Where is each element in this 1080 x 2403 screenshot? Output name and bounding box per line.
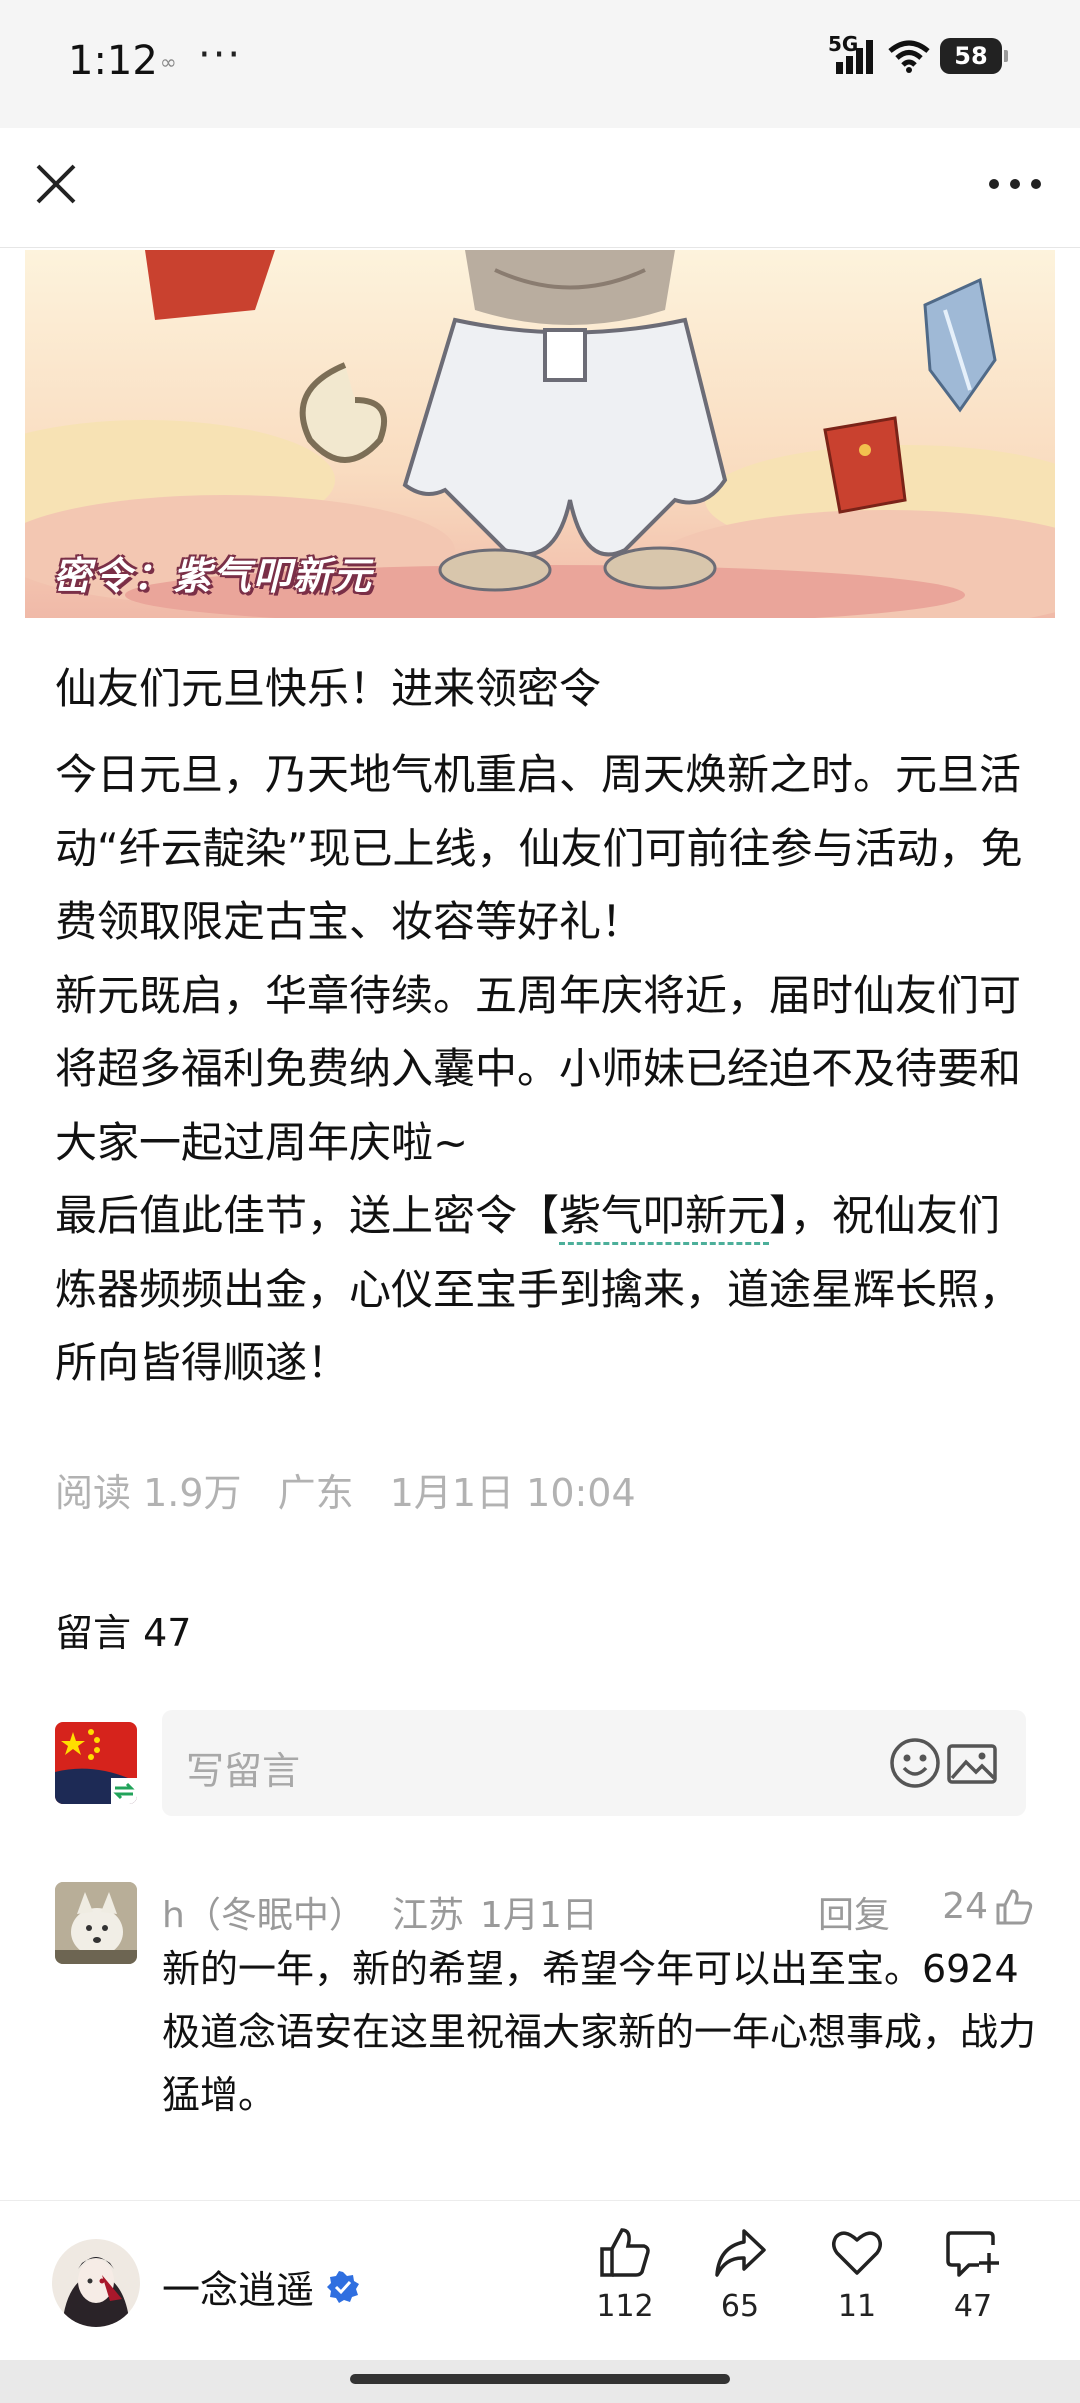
more-icon [989, 179, 1041, 189]
commenter-location: 江苏 [392, 1895, 465, 1936]
comment-input[interactable]: 写留言 [162, 1710, 1026, 1816]
more-options-button[interactable] [980, 158, 1050, 210]
article-meta: 阅读 1.9万 广东 1月1日 10:04 [55, 1462, 660, 1517]
emoji-icon [890, 1738, 940, 1788]
verified-badge-icon [327, 2270, 360, 2303]
commenter-avatar[interactable] [55, 1882, 137, 1964]
status-indicators: 5G 58 [828, 32, 1008, 74]
like-button[interactable]: 112 [580, 2225, 670, 2324]
comment-input-placeholder: 写留言 [186, 1749, 301, 1793]
comment-like-button[interactable]: 24 [942, 1886, 1034, 1927]
close-button[interactable] [30, 158, 82, 210]
network-label: 5G [828, 32, 859, 56]
article-banner-image: 密令：紫气叩新元 [25, 250, 1055, 618]
author-name-row[interactable]: 一念逍遥 [162, 2259, 360, 2314]
favorite-count: 11 [837, 2289, 877, 2324]
comment-text: 新的一年，新的希望，希望今年可以出至宝。6924极道念语安在这里祝福大家新的一年… [162, 1947, 1037, 2117]
status-small-icon: ∞ [160, 50, 177, 74]
article-paragraph: 最后值此佳节，送上密令【紫气叩新元】，祝仙友们炼器频频出金，心仪至宝手到擒来，道… [55, 1179, 1030, 1400]
comments-header: 留言 47 [55, 1611, 192, 1655]
comment-button[interactable]: 47 [928, 2225, 1018, 2324]
top-nav [0, 128, 1080, 248]
heart-icon [832, 2231, 882, 2275]
status-bar: 1:12 ∞ ··· 5G 58 [0, 0, 1080, 128]
comment-like-count: 24 [942, 1886, 988, 1927]
like-count: 112 [596, 2289, 654, 2324]
cell-signal-icon: 5G [828, 32, 878, 74]
status-time: 1:12 [68, 38, 158, 84]
comment-count: 47 [953, 2289, 993, 2324]
share-button[interactable]: 65 [695, 2225, 785, 2324]
read-count: 阅读 1.9万 [55, 1471, 242, 1515]
bottom-action-bar: 一念逍遥 112 65 11 47 [0, 2200, 1080, 2360]
my-avatar[interactable] [55, 1722, 137, 1804]
author-name: 一念逍遥 [162, 2268, 315, 2312]
region: 广东 [277, 1471, 354, 1515]
home-indicator[interactable] [350, 2374, 730, 2384]
banner-tag-text: 密令：紫气叩新元 [53, 554, 374, 598]
battery-icon: 58 [940, 38, 1008, 74]
comment-date: 1月1日 [480, 1895, 598, 1936]
comment-header: h（冬眠中） 江苏 1月1日 回复 24 [162, 1886, 1034, 1936]
author-avatar[interactable] [52, 2239, 140, 2327]
share-count: 65 [720, 2289, 760, 2324]
article-paragraph: 今日元旦，乃天地气机重启、周天焕新之时。元旦活动“纤云靛染”现已上线，仙友们可前… [55, 750, 1023, 946]
share-icon [715, 2229, 766, 2277]
article-body: 今日元旦，乃天地气机重启、周天焕新之时。元旦活动“纤云靛染”现已上线，仙友们可前… [55, 738, 1030, 1400]
emoji-button[interactable] [888, 1736, 942, 1790]
reply-button[interactable]: 回复 [818, 1886, 890, 1938]
secret-code-link[interactable]: 紫气叩新元 [559, 1191, 770, 1245]
image-icon [947, 1744, 997, 1784]
home-indicator-area [0, 2360, 1080, 2403]
image-button[interactable] [946, 1738, 998, 1790]
article-paragraph: 新元既启，华章待续。五周年庆将近，届时仙友们可将超多福利免费纳入囊中。小师妹已经… [55, 970, 1022, 1167]
add-comment-icon [946, 2231, 999, 2277]
thumbs-up-icon [600, 2228, 650, 2277]
commenter-name[interactable]: h（冬眠中） [162, 1886, 365, 1938]
publish-datetime: 1月1日 10:04 [389, 1471, 636, 1515]
status-more-icon: ··· [198, 32, 243, 78]
close-icon [36, 164, 76, 204]
wifi-icon [888, 40, 930, 73]
paragraph-text: 最后值此佳节，送上密令【 [55, 1191, 560, 1240]
article-title: 仙友们元旦快乐！进来领密令 [55, 664, 602, 713]
thumbs-up-icon [996, 1888, 1033, 1924]
favorite-button[interactable]: 11 [812, 2225, 902, 2324]
